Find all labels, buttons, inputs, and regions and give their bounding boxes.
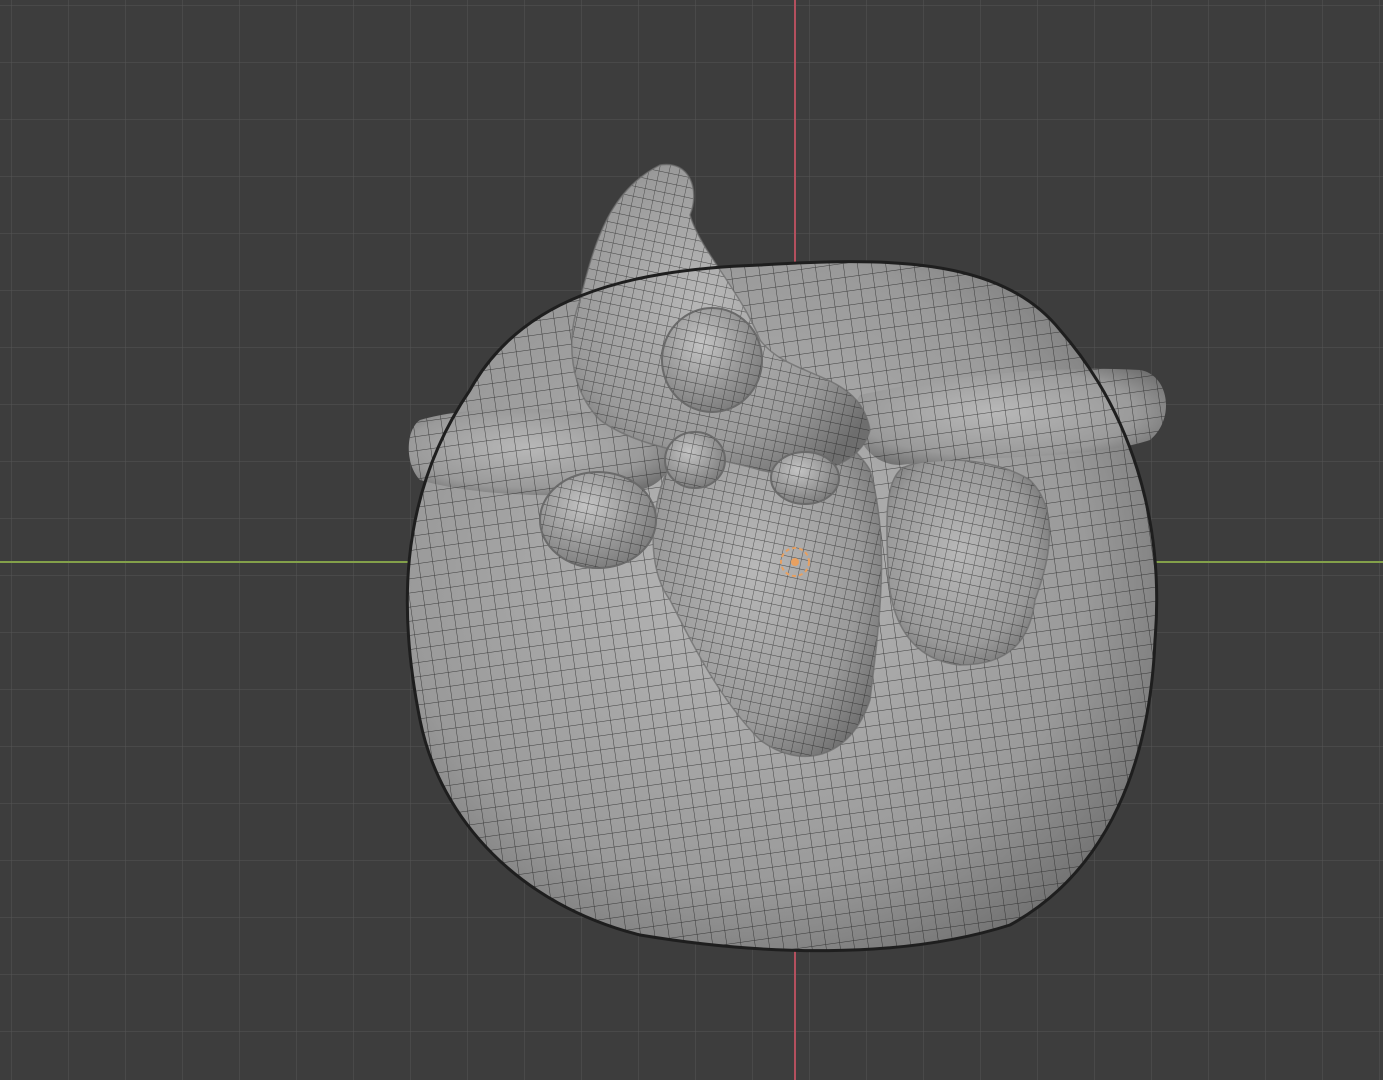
mesh-blob-left[interactable] [539, 471, 657, 569]
viewport-canvas[interactable] [0, 0, 1383, 1080]
mesh-blob-mid[interactable] [664, 431, 726, 489]
mesh-blob-right[interactable] [770, 451, 840, 505]
mesh-blob-top[interactable] [661, 307, 763, 413]
3d-viewport[interactable] [0, 0, 1383, 1080]
